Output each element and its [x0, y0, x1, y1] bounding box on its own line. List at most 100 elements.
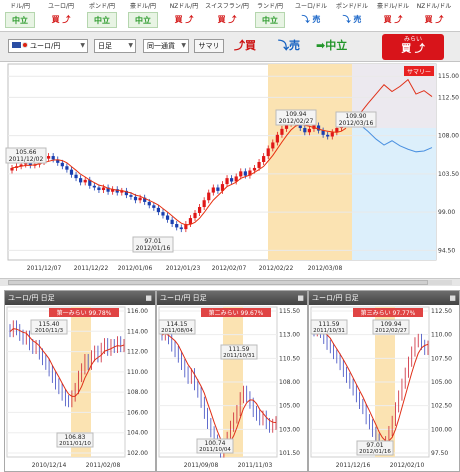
panel-annotation-value: 100.74 [205, 440, 226, 447]
panel-y-tick-label: 102.00 [127, 450, 148, 457]
series-select[interactable]: 同一通貨 ▼ [143, 39, 189, 53]
panel-y-tick-label: 102.50 [431, 403, 452, 410]
similar-chart-panel-3[interactable]: ユーロ/円 日足 ■ 112.50 110.00 107.50 105.00 102.50… [308, 290, 460, 472]
panel-y-tick-label: 101.50 [279, 450, 300, 457]
close-icon[interactable]: ■ [449, 291, 456, 305]
mirai-buy-badge[interactable]: みらい 買 ⤴ [382, 34, 444, 60]
pair-gbp-usd[interactable]: ポンド/ドル ⤵ 売 [332, 0, 372, 32]
candle-up [262, 156, 266, 162]
similarity-badge: 第二みらい 99.67% [201, 308, 271, 317]
pair-zar-jpy[interactable]: ランド/円 中立 [250, 0, 290, 32]
pair-usd-jpy[interactable]: ドル/円 中立 [0, 0, 40, 32]
up-arrow-icon: ⤴ [59, 15, 71, 24]
panel-y-tick-label: 106.00 [127, 409, 148, 416]
chevron-down-icon: ▼ [80, 42, 85, 49]
candle-up [271, 142, 275, 149]
pair-name: ユーロ/円 [47, 3, 75, 10]
pair-eur-usd[interactable]: ユーロ/ドル ⤵ 売 [291, 0, 331, 32]
main-chart-svg: 105.662011/12/0297.012012/01/16109.94201… [5, 63, 459, 272]
panel-annotation-date: 2011/01/10 [59, 441, 91, 447]
chart-scrollbar[interactable] [0, 278, 460, 286]
panel-y-tick-label: 105.00 [431, 379, 452, 386]
similar-chart-panel-1[interactable]: ユーロ/円 日足 ■ 116.00 114.00 112.00 110.00 108.00… [4, 290, 156, 472]
panel-y-tick-label: 108.00 [127, 389, 148, 396]
panel-chart-svg: 112.50 110.00 107.50 105.00 102.50 100.00 97.5… [310, 306, 452, 469]
candle-up [211, 187, 215, 193]
panel-annotation-value: 111.59 [229, 346, 250, 353]
pair-gbp-jpy[interactable]: ポンド/円 中立 [82, 0, 122, 32]
similar-chart-panel-2[interactable]: ユーロ/円 日足 ■ 115.50 113.00 110.50 108.00 105.00… [156, 290, 308, 472]
candle-down [60, 162, 64, 167]
panel-y-tick-label: 97.50 [431, 450, 448, 457]
up-arrow-icon: ⤴ [225, 15, 237, 24]
panel-chart-svg: 115.50 113.00 110.50 108.00 105.00 103.00 101.… [158, 306, 300, 469]
panel-y-tick-label: 112.00 [127, 349, 148, 356]
candle-down [69, 169, 74, 175]
period-select[interactable]: 日足 ▼ [94, 39, 136, 53]
candle-down [152, 205, 156, 208]
signal-sell-badge: ⤵ 売 [301, 15, 321, 24]
signal-neutral-badge: 中立 [128, 12, 158, 28]
panel-annotation-value: 114.15 [167, 321, 188, 328]
panel-header: ユーロ/円 日足 ■ [157, 291, 307, 305]
candle-up [197, 207, 202, 213]
pair-nzd-jpy[interactable]: NZドル/円 買 ⤴ [164, 0, 204, 32]
panel-title: ユーロ/円 日足 [312, 294, 359, 302]
pair-aud-usd[interactable]: 豪ドル/ドル 買 ⤴ [373, 0, 413, 32]
candle-up [225, 178, 229, 185]
currency-signal-strip: ドル/円 中立 ユーロ/円 買 ⤴ ポンド/円 中立 豪ドル/円 中立 NZドル… [0, 0, 460, 32]
signal-neutral-badge: 中立 [255, 12, 285, 28]
panel-annotation-date: 2011/10/31 [313, 328, 345, 334]
x-tick-label: 2012/02/22 [259, 265, 294, 272]
chevron-down-icon: ▼ [128, 42, 133, 49]
candle-up [266, 148, 270, 157]
close-icon[interactable]: ■ [145, 291, 152, 305]
pair-select[interactable]: ユーロ/円 ▼ [8, 39, 88, 53]
zoom-slider[interactable] [428, 280, 452, 285]
summary-button[interactable]: サマリ [194, 39, 224, 53]
pair-name: ドル/円 [9, 3, 31, 10]
y-tick-label: 112.50 [438, 94, 459, 101]
summary-tag[interactable]: サマリー [404, 66, 434, 76]
panel-y-tick-label: 110.50 [279, 355, 300, 362]
panel-annotation: 115.402010/11/3 [30, 319, 68, 335]
panel-y-tick-label: 115.50 [279, 308, 300, 315]
candle-up [47, 156, 51, 159]
signal-buy-badge: 買 ⤴ [174, 15, 194, 24]
panel-annotation-date: 2012/01/16 [359, 449, 391, 455]
candle-down [165, 215, 170, 220]
x-tick-label: 2012/01/06 [118, 265, 153, 272]
pair-nzd-usd[interactable]: NZドル/ドル 買 ⤴ [414, 0, 454, 32]
panel-x-tick-label: 2012/02/10 [390, 462, 425, 469]
candle-up [307, 128, 311, 133]
panel-header: ユーロ/円 日足 ■ [5, 291, 155, 305]
pair-eur-jpy[interactable]: ユーロ/円 買 ⤴ [41, 0, 81, 32]
sell-arrow-icon: ⤵ [278, 39, 289, 52]
sell-signal-legend: ⤵売 [278, 37, 300, 55]
x-tick-label: 2011/12/22 [74, 265, 109, 272]
candle-down [326, 134, 330, 137]
pair-name: ポンド/ドル [335, 3, 369, 10]
mirai-signal: 買 ⤴ [401, 44, 425, 55]
pair-select-value: ユーロ/円 [30, 42, 61, 50]
candle-down [230, 178, 234, 182]
pair-aud-jpy[interactable]: 豪ドル/円 中立 [123, 0, 163, 32]
panel-annotation: 109.942012/02/27 [372, 319, 410, 335]
neutral-signal-legend: ➡中立 [316, 37, 347, 55]
panel-y-tick-label: 110.00 [127, 369, 148, 376]
y-tick-label: 115.00 [438, 73, 459, 80]
panel-annotation-date: 2011/08/04 [161, 328, 193, 334]
scrollbar-thumb[interactable] [8, 280, 428, 285]
up-arrow-icon: ⤴ [411, 44, 425, 55]
candle-up [193, 212, 197, 219]
main-candlestick-chart[interactable]: 105.66 2011/12/02 97.01 2012/01/16 109.94 201… [0, 62, 460, 286]
up-arrow-icon: ⤴ [391, 15, 403, 24]
close-icon[interactable]: ■ [297, 291, 304, 305]
candle-up [202, 200, 206, 208]
pair-chf-jpy[interactable]: スイスフラン/円 買 ⤴ [205, 0, 249, 32]
panel-title: ユーロ/円 日足 [160, 294, 207, 302]
x-tick-label: 2012/03/08 [308, 265, 343, 272]
chevron-down-icon: ▼ [181, 42, 186, 49]
signal-neutral-badge: 中立 [87, 12, 117, 28]
annotation-value: 109.94 [286, 111, 307, 118]
